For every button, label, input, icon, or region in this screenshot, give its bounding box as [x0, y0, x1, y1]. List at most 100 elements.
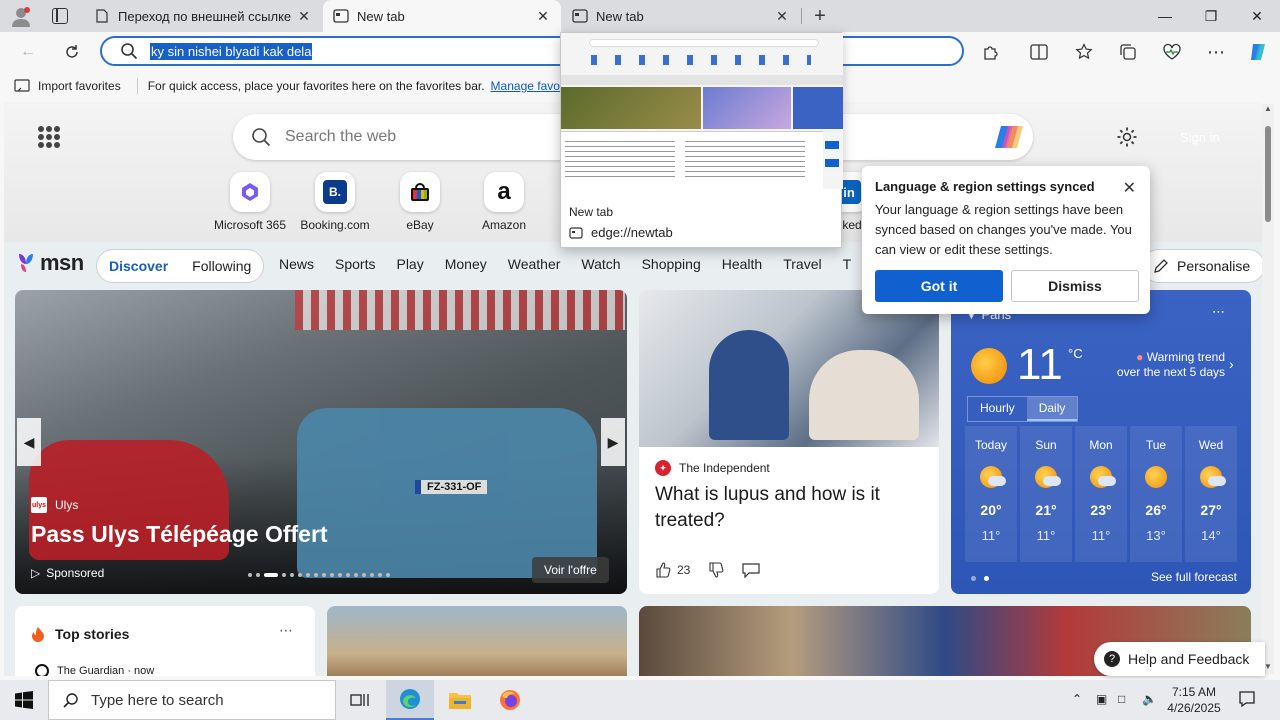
see-full-forecast-link[interactable]: See full forecast — [1151, 570, 1237, 584]
tab-actions-icon[interactable] — [52, 8, 68, 24]
extensions-button[interactable] — [975, 36, 1007, 68]
voir-offre-button[interactable]: Voir l'offre — [532, 557, 609, 583]
notifications-icon[interactable] — [1238, 690, 1256, 708]
task-view-button[interactable] — [336, 680, 384, 720]
nav-sports[interactable]: Sports — [335, 256, 375, 272]
refresh-button[interactable] — [56, 36, 88, 68]
page-scrollbar[interactable]: ▲ ▼ — [1262, 104, 1274, 674]
restore-button[interactable]: ❐ — [1188, 0, 1234, 32]
system-clock[interactable]: 7:15 AM 4/26/2025 — [1156, 684, 1232, 716]
forecast-day[interactable]: Tue 26° 13° — [1130, 426, 1182, 562]
browser-essentials-button[interactable] — [1156, 36, 1188, 68]
split-screen-button[interactable] — [1023, 36, 1055, 68]
volume-icon[interactable]: 🔈 — [1142, 692, 1157, 706]
help-feedback-button[interactable]: ? Help and Feedback — [1094, 642, 1266, 676]
weather-more-icon[interactable]: ⋯ — [1212, 304, 1225, 320]
tab-discover[interactable]: Discover — [97, 250, 180, 282]
newtab-icon — [333, 8, 349, 24]
nav-weather[interactable]: Weather — [508, 256, 561, 272]
close-tab-icon[interactable]: ✕ — [774, 8, 790, 24]
weather-card[interactable]: ▼ Paris ⋯ 11 °C ● Warming trend over the… — [951, 290, 1251, 594]
new-tab-plus-icon[interactable]: + — [808, 4, 832, 28]
nav-shopping[interactable]: Shopping — [642, 256, 701, 272]
carousel-title[interactable]: Pass Ulys Télépéage Offert — [31, 521, 328, 548]
tab-preview-title: New tab — [569, 205, 614, 219]
battery-icon[interactable]: ▣ — [1096, 692, 1107, 706]
comment-icon[interactable] — [742, 562, 760, 578]
import-favorites-button[interactable]: Import favorites — [14, 79, 121, 93]
scroll-up-icon[interactable]: ▲ — [1262, 104, 1274, 116]
forecast-day[interactable]: Mon 23° 11° — [1075, 426, 1127, 562]
independent-logo-icon: ✦ — [655, 460, 671, 476]
tab-new-tab[interactable]: New tab ✕ — [562, 0, 800, 32]
favorites-button[interactable] — [1068, 36, 1100, 68]
weather-trend[interactable]: ● Warming trend over the next 5 days — [1113, 350, 1225, 380]
sponsored-carousel-card[interactable]: FZ-331-OF ◀ ▶ ulys Ulys Pass Ulys Télépé… — [15, 290, 627, 594]
nav-watch[interactable]: Watch — [581, 256, 620, 272]
collections-button[interactable] — [1112, 36, 1144, 68]
forecast-day[interactable]: Wed 27° 14° — [1185, 426, 1237, 562]
toggle-hourly[interactable]: Hourly — [968, 397, 1027, 421]
more-menu-button[interactable]: ⋯ — [1200, 36, 1232, 68]
news-card-lupus[interactable]: ✦ The Independent What is lupus and how … — [639, 290, 939, 594]
taskbar-edge[interactable] — [386, 680, 434, 720]
tab-new-tab-active[interactable]: New tab ✕ — [323, 0, 561, 32]
top-stories-more-icon[interactable]: ⋯ — [279, 622, 293, 639]
news-headline[interactable]: What is lupus and how is it treated? — [655, 482, 925, 534]
nav-health[interactable]: Health — [722, 256, 762, 272]
quick-link-booking[interactable]: B. Booking.com — [290, 172, 380, 232]
carousel-prev-button[interactable]: ◀ — [17, 418, 41, 466]
nav-traffic-truncated[interactable]: T — [843, 256, 852, 272]
weather-pager[interactable] — [971, 576, 989, 581]
heartbeat-icon — [1163, 43, 1181, 60]
msn-logo[interactable]: msn — [16, 250, 84, 276]
quick-link-amazon[interactable]: a Amazon — [459, 172, 549, 232]
show-hidden-icons[interactable]: ⌃ — [1072, 692, 1082, 706]
toggle-daily[interactable]: Daily — [1026, 397, 1078, 421]
taskbar-firefox[interactable] — [486, 680, 534, 720]
guardian-logo-icon — [35, 664, 49, 676]
nav-news[interactable]: News — [279, 256, 314, 272]
close-window-button[interactable]: ✕ — [1234, 0, 1280, 32]
page-settings-gear-icon[interactable] — [1116, 126, 1138, 148]
thumbs-down-icon[interactable] — [708, 562, 724, 578]
tab-external-link[interactable]: Переход по внешней ссылке ✕ — [84, 0, 322, 32]
close-tab-icon[interactable]: ✕ — [535, 8, 551, 24]
close-tab-icon[interactable]: ✕ — [296, 8, 312, 24]
taskbar-search-box[interactable]: Type here to search — [48, 680, 336, 720]
popup-close-icon[interactable]: ✕ — [1123, 178, 1136, 198]
trend-chevron-icon[interactable]: › — [1229, 356, 1234, 372]
scrollbar-thumb[interactable] — [1265, 126, 1271, 222]
castle-image-card[interactable] — [327, 606, 627, 676]
got-it-button[interactable]: Got it — [875, 270, 1003, 302]
nav-money[interactable]: Money — [445, 256, 487, 272]
address-input-text[interactable]: ky sin nishei blyadi kak dela — [150, 42, 313, 60]
tab-following[interactable]: Following — [180, 250, 263, 282]
start-button[interactable] — [0, 680, 48, 720]
back-button[interactable]: ← — [12, 36, 44, 68]
nav-play[interactable]: Play — [396, 256, 423, 272]
taskbar-file-explorer[interactable] — [436, 680, 484, 720]
sign-in-link[interactable]: Sign in — [1180, 130, 1220, 145]
quick-link-microsoft-365[interactable]: Microsoft 365 — [205, 172, 295, 232]
daily-forecast: Today 20° 11° Sun 21° 11° Mon 23° 11° Tue 26° 13… — [965, 426, 1237, 562]
forecast-day[interactable]: Sun 21° 11° — [1020, 426, 1072, 562]
temperature-unit[interactable]: °C — [1068, 346, 1083, 361]
quick-link-ebay[interactable]: eBay — [375, 172, 465, 232]
folder-icon — [449, 693, 471, 709]
profile-avatar-icon[interactable] — [10, 6, 32, 28]
dismiss-button[interactable]: Dismiss — [1011, 270, 1139, 302]
forecast-day[interactable]: Today 20° 11° — [965, 426, 1017, 562]
personalise-button[interactable]: Personalise — [1142, 249, 1262, 283]
carousel-dots[interactable] — [248, 573, 390, 577]
minimize-button[interactable]: — — [1142, 0, 1188, 32]
carousel-next-button[interactable]: ▶ — [601, 418, 625, 466]
favorites-hint: For quick access, place your favorites h… — [147, 79, 485, 93]
app-launcher-icon[interactable] — [38, 126, 60, 148]
like-button[interactable]: 23 — [655, 562, 690, 578]
network-icon[interactable]: □ — [1118, 692, 1125, 706]
nav-travel[interactable]: Travel — [783, 256, 821, 272]
copilot-button[interactable] — [1242, 36, 1274, 68]
top-story-source[interactable]: The Guardian · now — [35, 664, 154, 676]
copilot-icon[interactable] — [993, 124, 1025, 150]
